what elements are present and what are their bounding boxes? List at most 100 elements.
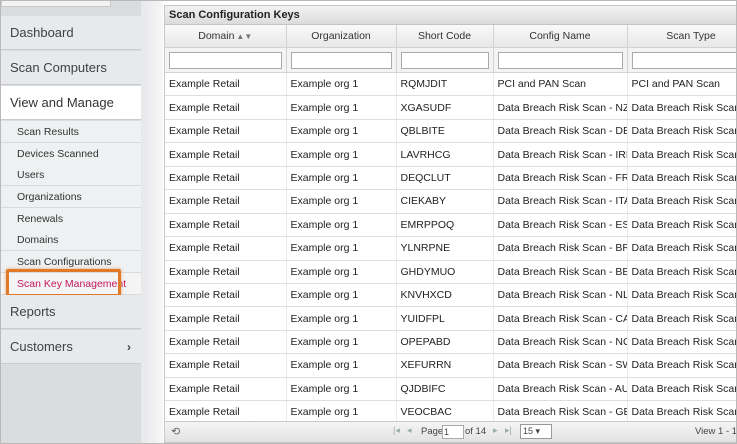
cell-short-code: DEQCLUT: [396, 166, 494, 191]
cell-domain: Example Retail: [165, 166, 287, 191]
sidebar-item-customers[interactable]: Customers ›: [1, 330, 141, 364]
cell-short-code: KNVHXCD: [396, 283, 494, 308]
cell-scan-type: Data Breach Risk Scan: [627, 377, 736, 402]
filter-cell: [286, 47, 397, 73]
cell-organization: Example org 1: [286, 166, 397, 191]
column-header-label: Domain: [198, 30, 235, 42]
page-label: Page: [421, 426, 444, 437]
table-row[interactable]: Example Retail Example org 1 RQMJDIT PCI an…: [165, 72, 736, 97]
scan-keys-table: Domain ▲▼ Organization Short Code Config …: [165, 25, 736, 425]
cell-scan-type: Data Breach Risk Scan: [627, 142, 736, 167]
table-row[interactable]: Example Retail Example org 1 KNVHXCD Data B…: [165, 283, 736, 308]
refresh-icon[interactable]: ⟲: [171, 425, 180, 438]
cell-organization: Example org 1: [286, 377, 397, 402]
table-row[interactable]: Example Retail Example org 1 CIEKABY Data B…: [165, 189, 736, 214]
cell-config-name: Data Breach Risk Scan - DEU: [493, 119, 628, 144]
sidebar-subitem-domains[interactable]: Domains: [1, 229, 141, 251]
cell-scan-type: Data Breach Risk Scan: [627, 236, 736, 261]
page-size-select[interactable]: 15 ▾: [520, 424, 552, 439]
table-row[interactable]: Example Retail Example org 1 XGASUDF Data B…: [165, 95, 736, 120]
table-row[interactable]: Example Retail Example org 1 QJDBIFC Data B…: [165, 377, 736, 402]
sidebar-gutter: [141, 1, 163, 443]
table-row[interactable]: Example Retail Example org 1 EMRPPOQ Data B…: [165, 213, 736, 238]
sidebar-item-view-and-manage[interactable]: View and Manage: [1, 86, 141, 120]
column-header-domain[interactable]: Domain ▲▼: [165, 25, 287, 48]
cell-short-code: LAVRHCG: [396, 142, 494, 167]
table-row[interactable]: Example Retail Example org 1 QBLBITE Data B…: [165, 119, 736, 144]
chevron-right-icon: ›: [127, 340, 131, 354]
column-header-label: Organization: [311, 30, 371, 42]
cell-organization: Example org 1: [286, 95, 397, 120]
sidebar-subitem-users[interactable]: Users: [1, 164, 141, 186]
filter-domain-input[interactable]: [169, 51, 282, 69]
last-page-icon[interactable]: ▸|: [505, 425, 512, 436]
cell-domain: Example Retail: [165, 142, 287, 167]
cell-scan-type: Data Breach Risk Scan: [627, 353, 736, 378]
table-row[interactable]: Example Retail Example org 1 XEFURRN Data B…: [165, 353, 736, 378]
sidebar-item-label: Reports: [10, 304, 56, 319]
cell-config-name: Data Breach Risk Scan - NZL: [493, 95, 628, 120]
cell-organization: Example org 1: [286, 283, 397, 308]
column-header-short-code[interactable]: Short Code: [396, 25, 494, 48]
cell-organization: Example org 1: [286, 119, 397, 144]
cell-domain: Example Retail: [165, 213, 287, 238]
sidebar-item-dashboard[interactable]: Dashboard: [1, 16, 141, 50]
cell-config-name: Data Breach Risk Scan - CAN: [493, 306, 628, 331]
column-header-label: Scan Type: [666, 30, 716, 42]
table-row[interactable]: Example Retail Example org 1 YUIDFPL Data B…: [165, 306, 736, 331]
cell-organization: Example org 1: [286, 236, 397, 261]
first-page-icon[interactable]: |◂: [393, 425, 400, 436]
cell-domain: Example Retail: [165, 72, 287, 97]
next-page-icon[interactable]: ▸: [493, 425, 498, 436]
sidebar-subitem-renewals[interactable]: Renewals: [1, 208, 141, 230]
cell-short-code: XGASUDF: [396, 95, 494, 120]
cell-config-name: Data Breach Risk Scan - IRL: [493, 142, 628, 167]
sidebar-item-label: View and Manage: [10, 95, 114, 110]
sort-icon: ▲▼: [236, 32, 253, 41]
prev-page-icon[interactable]: ◂: [407, 425, 412, 436]
filter-row: [165, 47, 736, 73]
page-number-input[interactable]: 1: [442, 425, 464, 439]
sidebar-subitem-label: Renewals: [17, 213, 64, 225]
sidebar-subitem-devices-scanned[interactable]: Devices Scanned: [1, 143, 141, 165]
cell-short-code: YUIDFPL: [396, 306, 494, 331]
sidebar-subitem-organizations[interactable]: Organizations: [1, 186, 141, 208]
cell-short-code: QBLBITE: [396, 119, 494, 144]
filter-scan-type-input[interactable]: [631, 51, 736, 69]
app-frame: Dashboard Scan Computers View and Manage…: [0, 0, 737, 444]
page-size-value: 15: [523, 426, 534, 436]
cell-domain: Example Retail: [165, 377, 287, 402]
cell-config-name: Data Breach Risk Scan - ITA: [493, 189, 628, 214]
cell-config-name: Data Breach Risk Scan - AUS: [493, 377, 628, 402]
table-row[interactable]: Example Retail Example org 1 DEQCLUT Data B…: [165, 166, 736, 191]
column-header-config-name[interactable]: Config Name: [493, 25, 628, 48]
filter-cell: [165, 47, 287, 73]
cell-scan-type: Data Breach Risk Scan: [627, 283, 736, 308]
cell-scan-type: Data Breach Risk Scan: [627, 119, 736, 144]
column-header-scan-type[interactable]: Scan Type: [627, 25, 736, 48]
dropdown-icon: ▾: [535, 426, 541, 436]
table-body: Example Retail Example org 1 RQMJDIT PCI an…: [165, 72, 736, 425]
sidebar: Dashboard Scan Computers View and Manage…: [1, 1, 141, 443]
sidebar-item-scan-computers[interactable]: Scan Computers: [1, 51, 141, 85]
cell-organization: Example org 1: [286, 353, 397, 378]
filter-short-code-input[interactable]: [400, 51, 489, 69]
sidebar-subitem-scan-results[interactable]: Scan Results: [1, 121, 141, 143]
sidebar-item-reports[interactable]: Reports: [1, 295, 141, 329]
table-row[interactable]: Example Retail Example org 1 LAVRHCG Data B…: [165, 142, 736, 167]
sidebar-item-label: Scan Computers: [10, 60, 107, 75]
filter-cell: [627, 47, 736, 73]
cell-scan-type: Data Breach Risk Scan: [627, 213, 736, 238]
cell-organization: Example org 1: [286, 189, 397, 214]
cell-organization: Example org 1: [286, 260, 397, 284]
filter-organization-input[interactable]: [290, 51, 392, 69]
column-header-organization[interactable]: Organization: [286, 25, 397, 48]
filter-config-name-input[interactable]: [497, 51, 623, 69]
table-row[interactable]: Example Retail Example org 1 GHDYMUO Data B…: [165, 260, 736, 284]
cell-scan-type: Data Breach Risk Scan: [627, 330, 736, 355]
cell-domain: Example Retail: [165, 236, 287, 261]
table-row[interactable]: Example Retail Example org 1 YLNRPNE Data B…: [165, 236, 736, 261]
cell-short-code: GHDYMUO: [396, 260, 494, 284]
cell-scan-type: Data Breach Risk Scan: [627, 95, 736, 120]
table-row[interactable]: Example Retail Example org 1 OPEPABD Data B…: [165, 330, 736, 355]
